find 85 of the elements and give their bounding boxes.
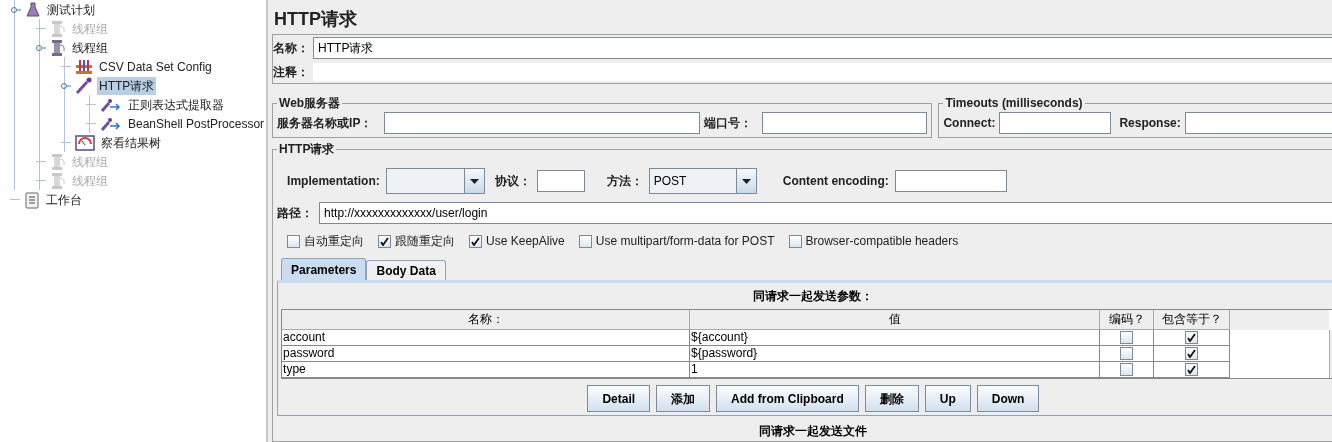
group-title: Web服务器 (278, 95, 342, 112)
tree-item[interactable]: 工作台 (44, 190, 84, 209)
field-label: Implementation: (287, 173, 380, 190)
action-button[interactable]: 添加 (656, 385, 711, 412)
tab[interactable]: Parameters (281, 258, 367, 280)
spool-icon (50, 152, 66, 171)
checkbox[interactable] (1120, 331, 1134, 344)
caret-icon (469, 178, 479, 184)
clipboard-icon (24, 190, 40, 209)
tree-item[interactable]: HTTP请求 (97, 76, 157, 95)
tree-item[interactable]: CSV Data Set Config (97, 57, 214, 76)
tree-item[interactable]: 测试计划 (45, 0, 97, 19)
field-label: 注释： (273, 64, 310, 81)
tree-handle-icon[interactable] (11, 4, 21, 15)
dropdown[interactable]: POST (648, 168, 757, 194)
field-label: 服务器名称或IP： (277, 115, 373, 132)
field-label: Content encoding: (782, 173, 889, 190)
spool-icon (50, 19, 66, 38)
field-label: Response: (1119, 115, 1181, 132)
checkbox-label: Use KeepAlive (486, 233, 565, 250)
field-label: 名称： (273, 40, 310, 57)
name-field[interactable]: HTTP请求 (313, 37, 1332, 59)
field-label: 协议： (494, 173, 531, 190)
flask-icon (25, 1, 41, 18)
panel-title: HTTP请求 (273, 7, 359, 31)
caret-icon (741, 178, 751, 184)
action-button[interactable]: Add from Clipboard (716, 385, 859, 412)
checkbox[interactable] (1120, 363, 1134, 376)
checkbox[interactable] (788, 234, 802, 248)
tree-item[interactable]: 线程组 (70, 38, 110, 57)
checkbox[interactable] (1185, 347, 1199, 360)
protocol-field[interactable] (536, 170, 585, 192)
dropper-arrow-icon (100, 96, 122, 113)
connect-field[interactable] (999, 112, 1112, 134)
checkbox[interactable] (1120, 347, 1134, 360)
tab[interactable]: Body Data (366, 260, 446, 280)
checkbox[interactable] (469, 234, 483, 248)
table-caption: 同请求一起发送参数： (752, 288, 875, 305)
group-title: HTTP请求 (278, 141, 336, 158)
tree-handle-icon[interactable] (61, 80, 71, 91)
group-title: Timeouts (milliseconds) (944, 95, 1084, 112)
table-cell: type (282, 362, 691, 378)
response-field[interactable] (1184, 112, 1332, 134)
checkbox[interactable] (1185, 363, 1199, 376)
field-label: 路径： (277, 205, 314, 222)
column-header[interactable]: 名称： (282, 310, 691, 330)
checkbox[interactable] (287, 234, 301, 248)
column-header[interactable]: 编码？ (1100, 310, 1155, 330)
tree-item[interactable]: 察看结果树 (99, 133, 163, 152)
port-field[interactable] (762, 112, 928, 134)
dropdown[interactable] (385, 168, 485, 194)
tree-item[interactable]: 正则表达式提取器 (126, 95, 226, 114)
spool-icon (50, 38, 66, 57)
checkbox-label: Browser-compatible headers (805, 233, 959, 250)
checkbox[interactable] (1185, 331, 1199, 344)
table-cell: password (282, 346, 691, 362)
spool-icon (50, 171, 66, 190)
column-header[interactable]: 包含等于？ (1154, 310, 1231, 330)
section-title: 同请求一起发送文件 (758, 423, 869, 440)
column-header[interactable]: 值 (690, 310, 1101, 330)
table-cell: account (282, 330, 691, 346)
tree-item[interactable]: BeanShell PostProcessor (126, 114, 267, 133)
encoding-field[interactable] (894, 170, 1007, 192)
field-label: 方法： (606, 173, 643, 190)
host-field[interactable] (384, 112, 701, 134)
checkbox-label: Use multipart/form-data for POST (595, 233, 775, 250)
path-field[interactable]: http://xxxxxxxxxxxxx/user/login (319, 202, 1332, 224)
checkbox[interactable] (578, 234, 592, 248)
table-cell: 1 (690, 362, 1101, 378)
checkbox-label: 跟随重定向 (395, 233, 456, 250)
field-label: Connect: (943, 115, 996, 132)
action-button[interactable]: Up (924, 385, 971, 412)
checkbox[interactable] (378, 234, 392, 248)
tree-handle-icon[interactable] (36, 42, 46, 53)
rack-icon (75, 58, 93, 75)
field-label: 端口号： (704, 115, 753, 132)
action-button[interactable]: Detail (587, 385, 651, 412)
checkbox-label: 自动重定向 (304, 233, 365, 250)
dropper-arrow-icon (100, 115, 122, 132)
action-button[interactable]: Down (976, 385, 1040, 412)
gauge-icon (75, 134, 95, 151)
table-cell: ${password} (690, 346, 1101, 362)
table-cell: ${account} (690, 330, 1101, 346)
dropper-icon (75, 76, 93, 95)
action-button[interactable]: 删除 (864, 385, 919, 412)
